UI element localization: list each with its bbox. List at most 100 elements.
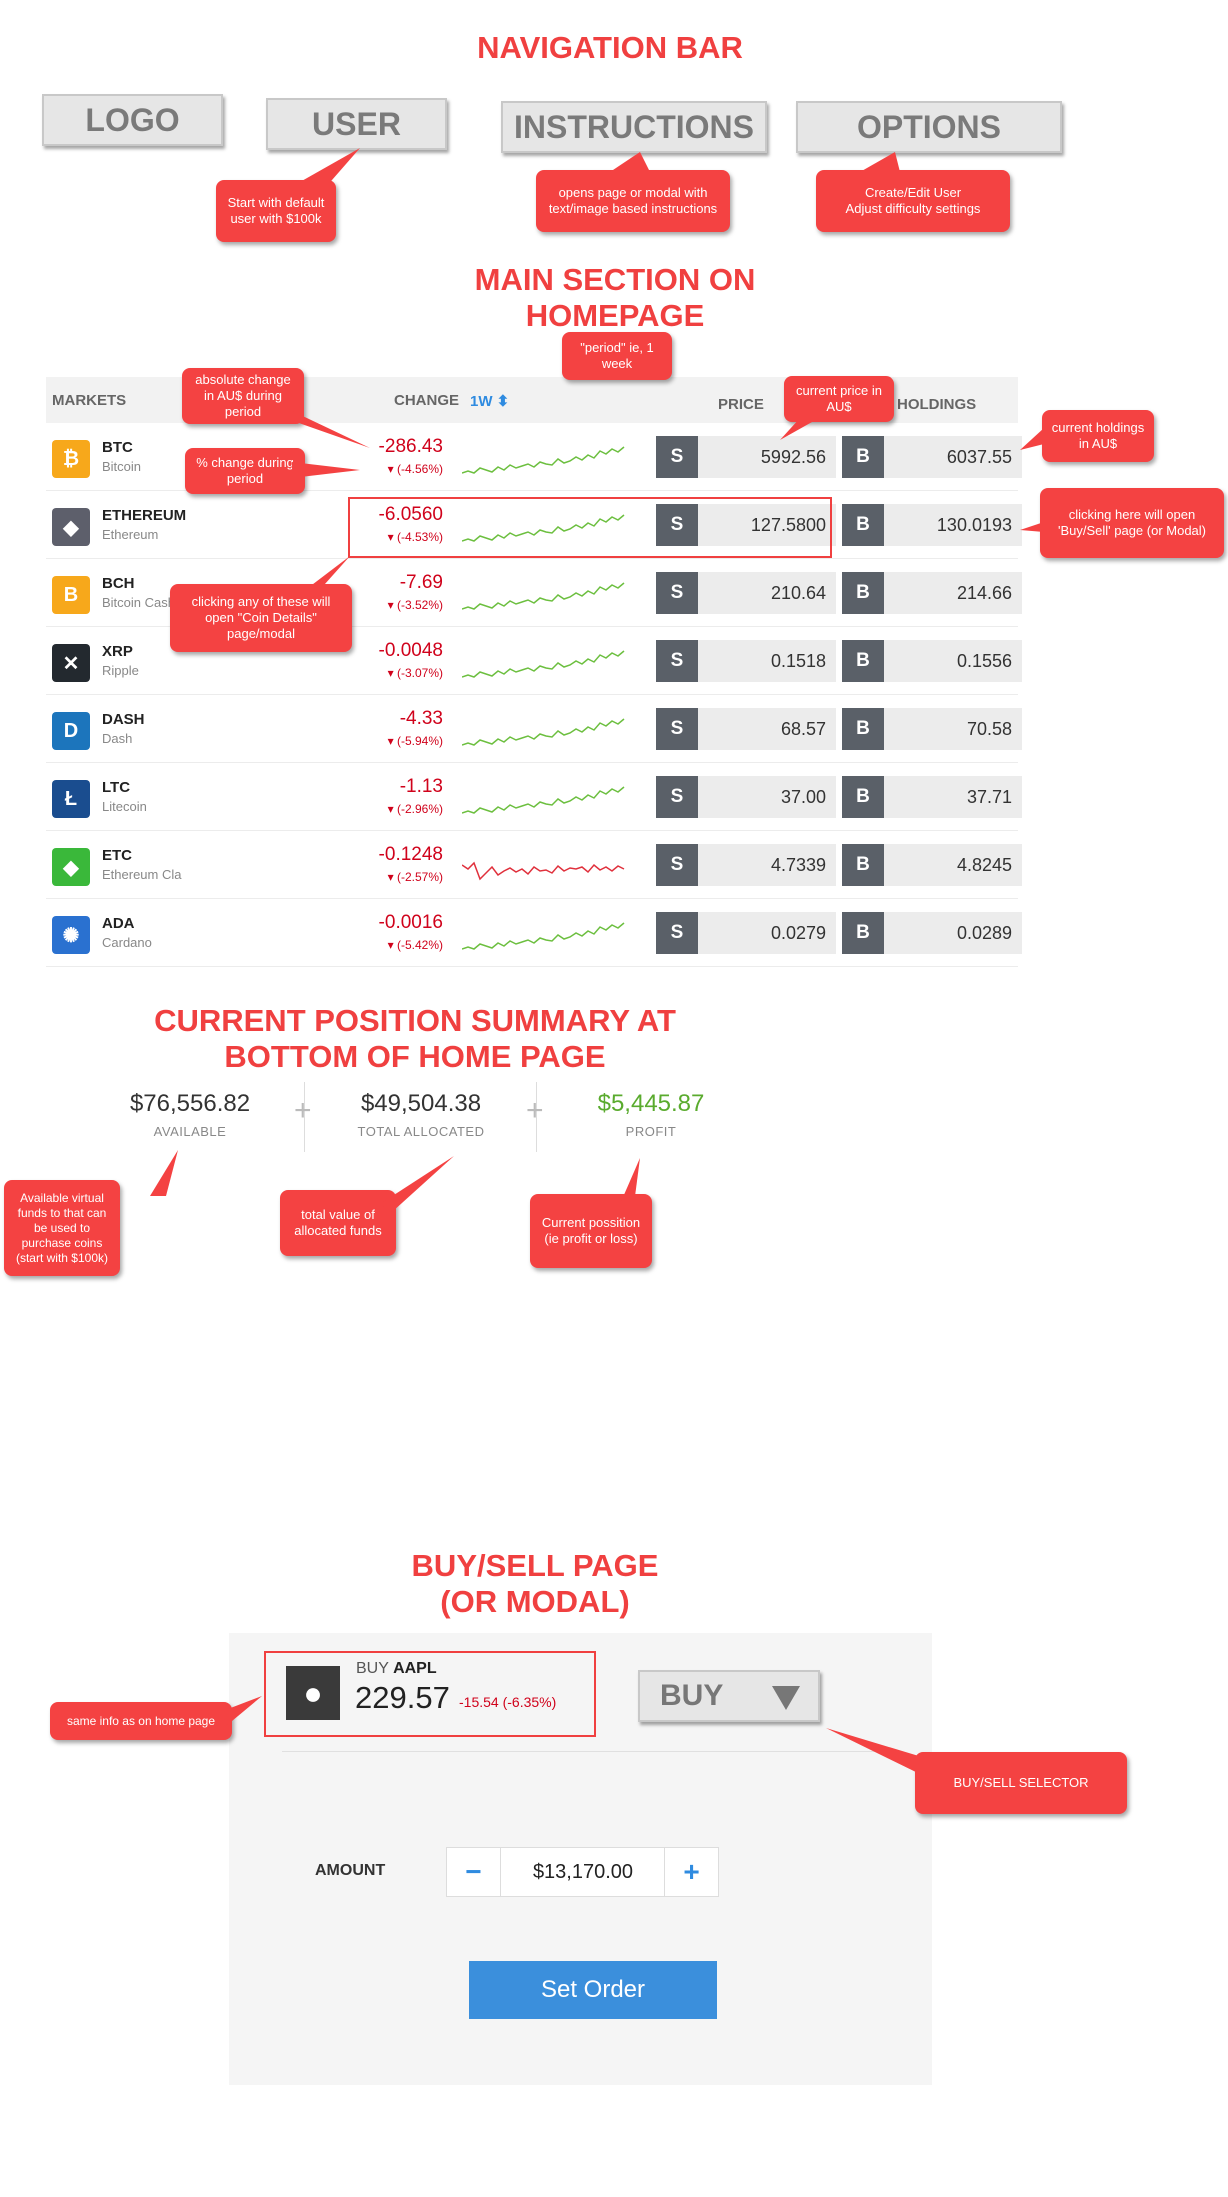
down-arrow-icon: ▾ (387, 938, 394, 952)
holdings-callout: current holdings in AU$ (1042, 410, 1154, 462)
asset-price: 229.57 (355, 1680, 450, 1715)
selector-value: BUY (660, 1679, 724, 1712)
increment-button[interactable]: + (664, 1848, 718, 1896)
coin-symbol[interactable]: ADA (102, 915, 135, 932)
table-row[interactable]: D DASH Dash -4.33 ▾ (-5.94%) S 68.57 B 70.58 (46, 695, 1022, 763)
ripple-icon: ✕ (52, 644, 90, 682)
logo[interactable]: LOGO (42, 94, 223, 146)
action-prefix: BUY (356, 1660, 389, 1677)
coin-name: Ethereum (102, 527, 159, 542)
buy-button[interactable]: B (842, 640, 884, 682)
nav-section-heading: NAVIGATION BAR (477, 30, 743, 65)
table-row[interactable]: ◆ETCEthereum Classic-0.1248▾ (-2.57%)S4.… (46, 831, 1022, 899)
holdings-value: 70.58 (884, 708, 1022, 750)
ticker: AAPL (393, 1660, 437, 1677)
sell-button[interactable]: S (656, 912, 698, 954)
buy-sell-selector[interactable]: BUY (638, 1670, 820, 1722)
down-arrow-icon: ▾ (387, 598, 394, 612)
ethereum-classic-icon: ◆ (52, 848, 90, 886)
coin-symbol[interactable]: BTC (102, 439, 133, 456)
buy-button[interactable]: B (842, 708, 884, 750)
instructions-callout: opens page or modal with text/image base… (536, 170, 730, 232)
holdings-value: 214.66 (884, 572, 1022, 614)
table-row[interactable]: Ł LTC Litecoin -1.13 ▾ (-2.96%) S 37.00 B 37.71 (46, 763, 1022, 831)
sort-icon: ⬍ (496, 393, 510, 410)
panel-separator (282, 1751, 902, 1752)
abs-change-callout: absolute change in AU$ during period (182, 368, 304, 424)
coin-symbol[interactable]: XRP (102, 643, 133, 660)
table-row[interactable]: ✺ ADA Cardano -0.0016 ▾ (-5.42%) S 0.0279 B 0.02… (46, 899, 1022, 967)
markets-column-header: MARKETS (52, 392, 127, 409)
options-button[interactable]: OPTIONS (796, 101, 1062, 153)
instructions-button[interactable]: INSTRUCTIONS (501, 101, 767, 153)
sell-button[interactable]: S (656, 640, 698, 682)
apple-logo-icon: ● (286, 1666, 340, 1720)
percent-change-value: (-5.42%) (396, 938, 443, 952)
percent-change-value: (-2.96%) (396, 802, 443, 816)
sparkline-chart (462, 861, 625, 881)
coin-symbol[interactable]: BCH (102, 575, 135, 592)
sparkline-chart (462, 582, 625, 610)
amount-field[interactable]: $13,170.00 (501, 1848, 665, 1896)
holdings-value: 0.1556 (884, 640, 1022, 682)
dash-icon: D (52, 712, 90, 750)
set-order-button[interactable]: Set Order (469, 1961, 717, 2019)
buy-button[interactable]: B (842, 844, 884, 886)
coin-name: Litecoin (102, 799, 147, 814)
profit-callout: Current possition (ie profit or loss) (530, 1194, 652, 1268)
available-value: $76,556.82 (129, 1090, 251, 1117)
sparkline-chart (462, 786, 625, 814)
coin-name: Dash (102, 731, 133, 746)
litecoin-icon: Ł (52, 780, 90, 818)
buy-button[interactable]: B (842, 776, 884, 818)
sparkline-line (462, 718, 625, 746)
sell-button[interactable]: S (656, 776, 698, 818)
absolute-change: -7.69 (399, 572, 443, 593)
allocated-callout: total value of allocated funds (280, 1190, 396, 1256)
percent-change-value: (-3.52%) (396, 598, 443, 612)
profit-label: PROFIT (625, 1124, 677, 1139)
sell-button[interactable]: S (656, 708, 698, 750)
dropdown-arrow-icon (772, 1686, 800, 1710)
decrement-button[interactable]: − (447, 1848, 501, 1896)
sell-button[interactable]: S (656, 572, 698, 614)
buysell-section-heading: BUY/SELL PAGE (OR MODAL) (411, 1548, 659, 1619)
buy-button[interactable]: B (842, 436, 884, 478)
coin-symbol[interactable]: LTC (102, 779, 130, 796)
period-selector[interactable]: 1W ⬍ (470, 392, 509, 410)
percent-change: ▾ (-4.56%) (388, 462, 443, 476)
sell-button[interactable]: S (656, 436, 698, 478)
allocated-value: $49,504.38 (360, 1090, 482, 1117)
quantity-stepper: − $13,170.00 + (446, 1847, 719, 1897)
sparkline-chart (462, 922, 625, 950)
price-column-header: PRICE (718, 396, 764, 413)
price-value: 0.0279 (698, 912, 836, 954)
bitcoin-cash-icon: B (52, 576, 90, 614)
coin-symbol[interactable]: ETC (102, 847, 132, 864)
available-callout: Available virtual funds to that can be u… (4, 1180, 120, 1276)
summary-section-heading: CURRENT POSITION SUMMARY AT BOTTOM OF HO… (154, 1003, 676, 1074)
main-section-heading: MAIN SECTION ON HOMEPAGE (474, 262, 756, 333)
user-button[interactable]: USER (266, 98, 447, 150)
cardano-icon: ✺ (52, 916, 90, 954)
coin-symbol[interactable]: DASH (102, 711, 145, 728)
sparkline-line (462, 861, 625, 881)
coin-name: Cardano (102, 935, 152, 950)
price-value: 0.1518 (698, 640, 836, 682)
down-arrow-icon: ▾ (387, 870, 394, 884)
absolute-change: -0.0016 (378, 912, 443, 933)
holdings-value: 6037.55 (884, 436, 1022, 478)
buy-button[interactable]: B (842, 572, 884, 614)
buy-button[interactable]: B (842, 504, 884, 546)
holdings-value: 37.71 (884, 776, 1022, 818)
holdings-column-header: HOLDINGS (897, 396, 977, 413)
buy-button[interactable]: B (842, 912, 884, 954)
percent-change: ▾ (-3.07%) (388, 666, 443, 680)
plus-icon: + (294, 1094, 312, 1127)
options-callout: Create/Edit User Adjust difficulty setti… (816, 170, 1010, 232)
plus-icon: + (526, 1094, 544, 1127)
coin-symbol[interactable]: ETHEREUM (102, 507, 186, 524)
highlight-box (348, 497, 832, 558)
sell-button[interactable]: S (656, 844, 698, 886)
down-arrow-icon: ▾ (387, 734, 394, 748)
